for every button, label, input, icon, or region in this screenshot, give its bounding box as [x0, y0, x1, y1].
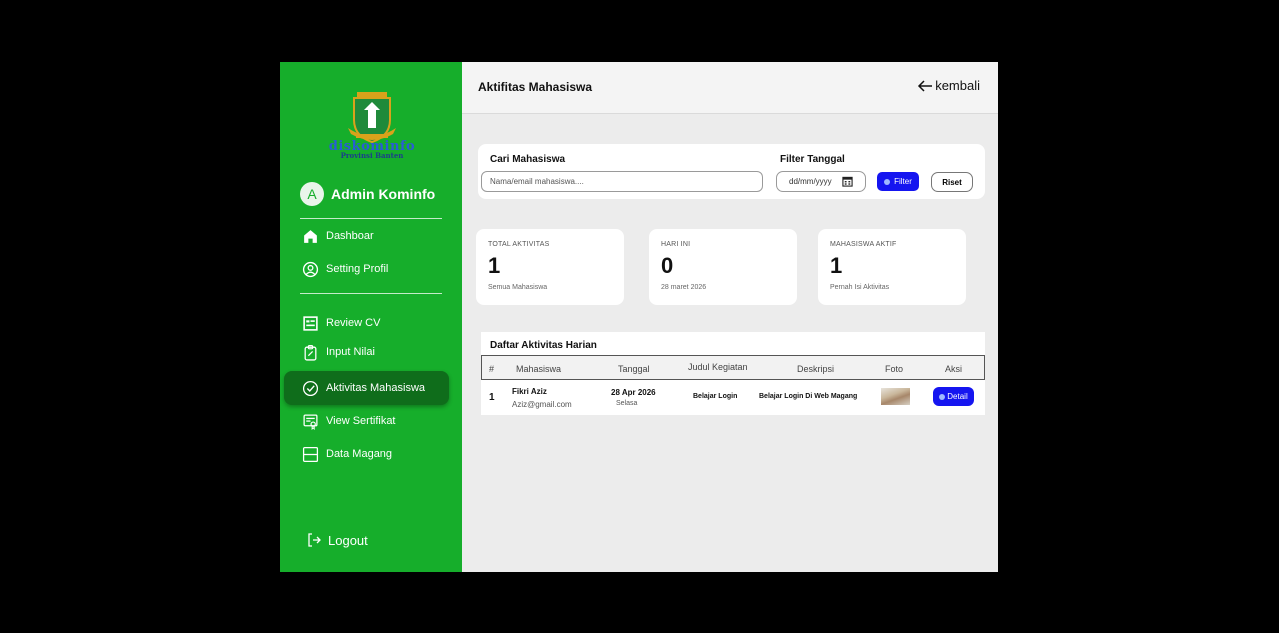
- sidebar-item-label: Data Magang: [326, 448, 393, 460]
- user-circle-icon: [302, 261, 319, 277]
- sidebar-item-label: Review CV: [326, 317, 381, 329]
- sidebar-item-view-sertifikat[interactable]: View Sertifikat: [284, 404, 449, 438]
- logout-label: Logout: [328, 532, 368, 548]
- stat-sub: 28 maret 2026: [661, 284, 707, 291]
- column-header: Aksi: [945, 364, 963, 374]
- sidebar-item-setting-profil[interactable]: Setting Profil: [284, 252, 449, 286]
- activity-date: 28 Apr 2026: [611, 388, 656, 397]
- logout-icon: [308, 533, 321, 547]
- arrow-left-icon: [918, 79, 933, 92]
- column-header: #: [489, 364, 495, 374]
- column-header: Judul Kegiatan: [688, 362, 748, 372]
- stat-value: 0: [661, 253, 674, 278]
- activity-photo-thumbnail[interactable]: [881, 388, 910, 405]
- clipboard-edit-icon: [304, 344, 317, 361]
- column-header: Foto: [885, 364, 904, 374]
- calendar-icon: [842, 176, 853, 187]
- column-header: Mahasiswa: [516, 364, 562, 374]
- sidebar-item-dashboard[interactable]: Dashboar: [284, 219, 449, 253]
- detail-button-label: Detail: [947, 392, 968, 401]
- row-number: 1: [489, 392, 495, 403]
- stat-sub: Semua Mahasiswa: [488, 284, 548, 291]
- back-label: kembali: [935, 78, 980, 93]
- stat-label: MAHASISWA AKTIF: [830, 241, 897, 248]
- stat-value: 1: [488, 253, 501, 278]
- stat-card-total-aktivitas: TOTAL AKTIVITAS 1 Semua Mahasiswa: [476, 229, 624, 305]
- activity-day: Selasa: [616, 400, 638, 407]
- activity-title: Belajar Login: [693, 393, 738, 400]
- reset-button[interactable]: Riset: [931, 172, 973, 192]
- sidebar-item-label: View Sertifikat: [326, 415, 396, 427]
- sidebar-item-label: Input Nilai: [326, 346, 375, 358]
- table-title: Daftar Aktivitas Harian: [490, 340, 597, 351]
- activity-table-card: Daftar Aktivitas Harian # Mahasiswa Tang…: [481, 332, 985, 415]
- check-circle-icon: [302, 380, 319, 396]
- sidebar-item-label: Dashboar: [326, 230, 374, 242]
- page-title: Aktifitas Mahasiswa: [478, 80, 593, 94]
- certificate-icon: [303, 413, 318, 430]
- search-input[interactable]: [481, 171, 763, 192]
- column-header: Deskripsi: [797, 364, 835, 374]
- logo-subtext: Provinsi Banten: [340, 151, 404, 160]
- admin-name: Admin Kominfo: [331, 186, 436, 202]
- filter-button-label: Filter: [894, 177, 912, 186]
- search-label: Cari Mahasiswa: [490, 154, 566, 165]
- main-content: Aktifitas Mahasiswa kembali Cari Mahasis…: [462, 62, 998, 572]
- sidebar-divider: [300, 293, 442, 294]
- layout-icon: [302, 446, 319, 462]
- avatar: A: [300, 182, 324, 206]
- student-name: Fikri Aziz: [512, 387, 547, 396]
- sidebar-item-data-magang[interactable]: Data Magang: [284, 437, 449, 471]
- app-window: diskominfo Provinsi Banten A Admin Komin…: [280, 62, 998, 572]
- stat-label: TOTAL AKTIVITAS: [488, 241, 550, 248]
- date-filter-label: Filter Tanggal: [780, 154, 845, 165]
- sidebar-item-aktivitas-mahasiswa[interactable]: Aktivitas Mahasiswa: [284, 371, 449, 405]
- detail-button[interactable]: Detail: [933, 387, 974, 406]
- sidebar: diskominfo Provinsi Banten A Admin Komin…: [280, 62, 462, 572]
- stat-card-mahasiswa-aktif: MAHASISWA AKTIF 1 Pernah Isi Aktivitas: [818, 229, 966, 305]
- sidebar-item-label: Setting Profil: [326, 263, 389, 275]
- top-bar: Aktifitas Mahasiswa kembali: [462, 62, 998, 114]
- dot-icon: [884, 178, 891, 185]
- sidebar-item-input-nilai[interactable]: Input Nilai: [284, 335, 449, 369]
- date-input[interactable]: dd/mm/yyyy: [776, 171, 866, 192]
- stat-card-hari-ini: HARI INI 0 28 maret 2026: [649, 229, 797, 305]
- column-header: Tanggal: [618, 364, 650, 374]
- sidebar-item-label: Aktivitas Mahasiswa: [326, 382, 426, 394]
- stat-label: HARI INI: [661, 241, 691, 248]
- stat-sub: Pernah Isi Aktivitas: [830, 284, 890, 291]
- date-placeholder: dd/mm/yyyy: [789, 177, 832, 186]
- admin-profile: A Admin Kominfo: [300, 182, 435, 206]
- table-header: # Mahasiswa Tanggal Judul Kegiatan Deskr…: [481, 355, 985, 380]
- filter-card: Cari Mahasiswa Filter Tanggal dd/mm/yyyy…: [478, 144, 985, 199]
- activity-description: Belajar Login Di Web Magang: [759, 393, 858, 400]
- dot-icon: [939, 393, 946, 400]
- review-cv-icon: [303, 315, 318, 331]
- student-email: Aziz@gmail.com: [512, 400, 572, 409]
- back-link[interactable]: kembali: [917, 78, 980, 93]
- filter-button[interactable]: Filter: [877, 172, 919, 191]
- stat-value: 1: [830, 253, 843, 278]
- table-row: 1 Fikri Aziz Aziz@gmail.com 28 Apr 2026 …: [481, 380, 985, 415]
- home-icon: [304, 229, 317, 243]
- logout-button[interactable]: Logout: [306, 532, 368, 548]
